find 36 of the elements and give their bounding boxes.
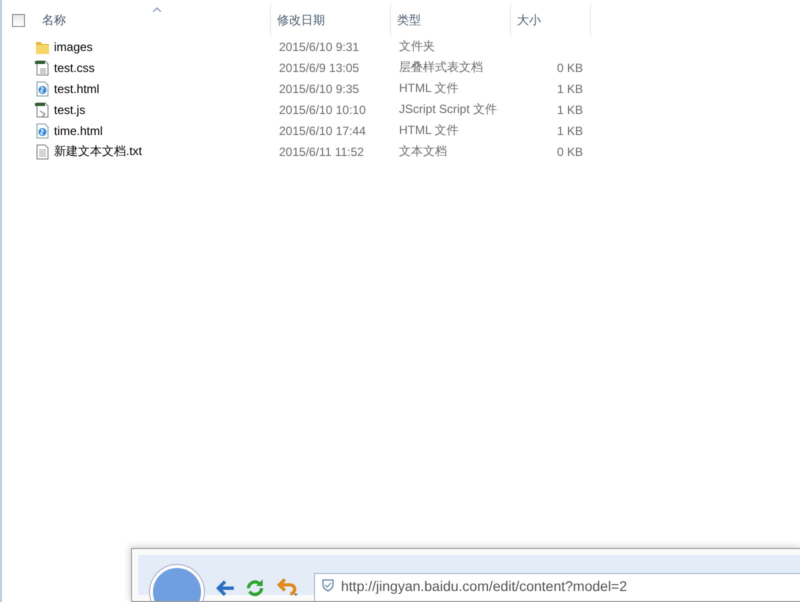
file-type: HTML 文件 xyxy=(399,80,459,97)
file-size: 0 KB xyxy=(556,144,583,158)
file-name[interactable]: test.html xyxy=(54,82,100,96)
shield-icon xyxy=(321,578,335,592)
column-header[interactable]: 类型 xyxy=(391,4,511,36)
column-header[interactable]: 名称 xyxy=(36,4,271,36)
column-header[interactable]: 大小 xyxy=(511,4,591,36)
column-header[interactable]: 修改日期 xyxy=(271,4,391,36)
modified-date: 2015/6/10 17:44 xyxy=(279,124,366,138)
select-all-checkbox[interactable] xyxy=(12,14,24,26)
document-icon xyxy=(34,80,50,96)
file-type: HTML 文件 xyxy=(399,122,459,139)
document-icon xyxy=(34,102,50,118)
file-size: 1 KB xyxy=(556,124,583,138)
file-type: JScript Script 文件 xyxy=(399,101,498,118)
file-name[interactable]: time.html xyxy=(54,124,103,138)
modified-date: 2015/6/10 9:35 xyxy=(279,82,360,96)
modified-date: 2015/6/9 13:05 xyxy=(279,60,360,74)
modified-date: 2015/6/11 11:52 xyxy=(279,144,364,158)
document-icon xyxy=(34,60,50,76)
file-type: 文本文档 xyxy=(399,143,447,160)
file-name[interactable]: test.css xyxy=(54,60,95,74)
file-name[interactable]: 新建文本文档.txt xyxy=(54,143,142,160)
file-name[interactable]: images xyxy=(54,40,93,54)
file-type: 文件夹 xyxy=(399,38,435,55)
address-bar[interactable]: http://jingyan.baidu.com/edit/content?model=2 xyxy=(314,573,800,601)
text-file-icon xyxy=(34,144,50,160)
modified-date: 2015/6/10 9:31 xyxy=(279,40,360,54)
modified-date: 2015/6/10 10:10 xyxy=(279,102,366,116)
file-size: 1 KB xyxy=(556,82,583,96)
file-name[interactable]: test.js xyxy=(54,102,86,116)
file-type: 层叠样式表文档 xyxy=(399,59,483,76)
file-size: 1 KB xyxy=(556,102,583,116)
document-icon xyxy=(34,122,50,138)
file-size: 0 KB xyxy=(556,60,583,74)
url-text: http://jingyan.baidu.com/edit/content?model=2 xyxy=(341,578,628,594)
